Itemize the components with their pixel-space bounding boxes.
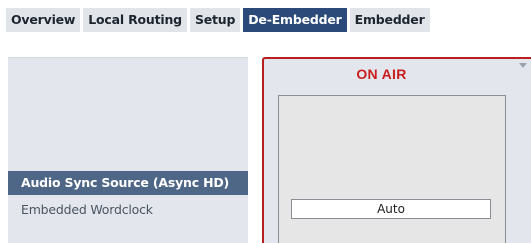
tab-setup[interactable]: Setup xyxy=(189,8,241,32)
list-item-audio-sync-source[interactable]: Audio Sync Source (Async HD) xyxy=(8,171,248,195)
app-root: Overview Local Routing Setup De-Embedder… xyxy=(0,0,531,243)
tab-overview[interactable]: Overview xyxy=(6,8,81,32)
on-air-panel: ON AIR Auto xyxy=(262,57,531,243)
auto-mode-field[interactable]: Auto xyxy=(291,199,491,219)
tab-bar: Overview Local Routing Setup De-Embedder… xyxy=(6,8,430,32)
tab-de-embedder[interactable]: De-Embedder xyxy=(243,8,347,32)
panel-menu-arrow-icon[interactable] xyxy=(519,63,527,68)
on-air-status-label: ON AIR xyxy=(356,66,407,82)
tab-embedder[interactable]: Embedder xyxy=(349,8,430,32)
control-box: Auto xyxy=(278,95,506,243)
sync-source-list: Audio Sync Source (Async HD) Embedded Wo… xyxy=(8,57,248,243)
list-item-embedded-wordclock[interactable]: Embedded Wordclock xyxy=(8,198,248,222)
tab-local-routing[interactable]: Local Routing xyxy=(83,8,187,32)
